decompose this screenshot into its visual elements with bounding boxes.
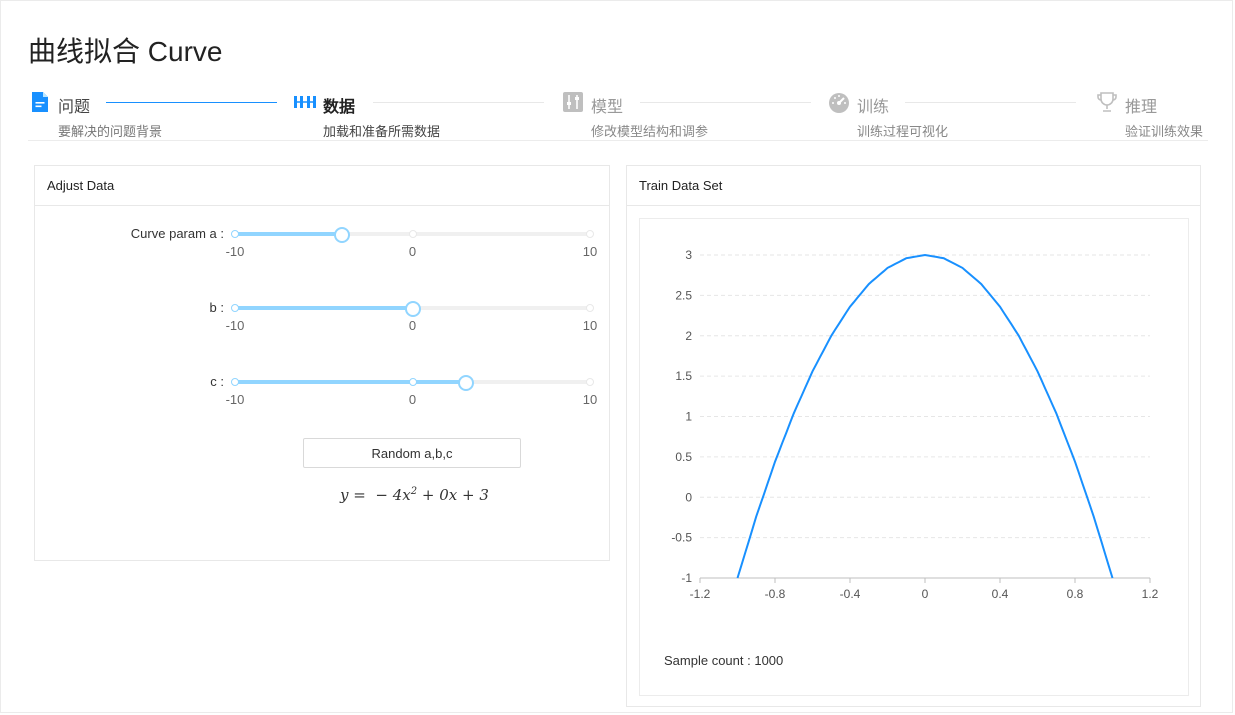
x-tick-label: -0.4: [840, 587, 861, 601]
slider-dot: [586, 230, 594, 238]
slider-label: Curve param a :: [130, 226, 224, 241]
slider-dot: [586, 378, 594, 386]
adjust-data-card: Adjust Data Curve param a : -10 0 10 b :…: [34, 165, 610, 561]
slider-b: b : -10 0 10: [35, 300, 609, 350]
x-tick-label: 1.2: [1142, 587, 1159, 601]
slider-rail[interactable]: -10 0 10: [226, 375, 597, 407]
card-title: Train Data Set: [627, 166, 1200, 206]
slider-dot: [231, 230, 239, 238]
formula: y = − 4x2 + 0x + 3: [340, 486, 489, 504]
y-tick-label: 1: [685, 410, 692, 424]
slider-mark: -10: [225, 244, 245, 259]
step-label: 数据: [323, 99, 356, 116]
sample-count-label: Sample count :: [664, 653, 751, 668]
x-tick-label: -0.8: [765, 587, 786, 601]
slider-handle[interactable]: [404, 301, 421, 317]
x-tick-label: -1.2: [690, 587, 711, 601]
slider-label: b :: [209, 300, 224, 315]
step-connector: [640, 102, 811, 103]
slider-rail[interactable]: -10 0 10: [226, 301, 597, 333]
y-tick-label: 2: [685, 329, 692, 343]
slider-dot: [408, 378, 417, 386]
slider-dot: [586, 304, 594, 312]
slider-handle[interactable]: [457, 375, 474, 391]
x-tick-label: 0.8: [1067, 587, 1084, 601]
slider-c: c : -10 0 10: [35, 374, 609, 424]
formula-lhs: y =: [340, 486, 371, 504]
step-desc: 验证训练效果: [1125, 124, 1204, 139]
slider-dot: [231, 378, 239, 386]
chart-panel: -1 -0.5 0 0.5 1 1.5 2 2.5 3 -1.2 -0.8 -0.4 0 0.4 0.8 1.…: [639, 218, 1189, 696]
slider-label: c :: [210, 374, 224, 389]
slider-rail[interactable]: -10 0 10: [226, 227, 597, 259]
slider-mark: 0: [408, 392, 417, 407]
slider-track: [235, 306, 413, 310]
formula-c: + 3: [457, 486, 489, 504]
page-title: 曲线拟合 Curve: [28, 36, 223, 67]
sliders-icon: [563, 92, 583, 112]
line-chart: -1 -0.5 0 0.5 1 1.5 2 2.5 3 -1.2 -0.8 -0.4 0 0.4 0.8 1.…: [671, 248, 1159, 601]
columns-icon: [294, 96, 316, 108]
slider-mark: -10: [225, 318, 245, 333]
step-label: 推理: [1125, 99, 1158, 116]
slider-a: Curve param a : -10 0 10: [35, 226, 609, 276]
step-desc: 训练过程可视化: [857, 124, 949, 139]
y-tick-label: 1.5: [675, 369, 692, 383]
sample-count-value: 1000: [754, 653, 784, 668]
slider-mark: 10: [582, 392, 598, 407]
y-tick-label: 2.5: [675, 288, 692, 302]
slider-mark: 10: [582, 318, 598, 333]
slider-dot: [231, 304, 239, 312]
train-data-card: Train Data Set -1 -0.5 0 0.5 1 1.5 2 2.5 3 -1.2 -0…: [626, 165, 1201, 707]
file-icon: [32, 92, 48, 112]
sample-count: Sample count : 1000: [664, 653, 783, 668]
y-tick-label: -1: [681, 571, 692, 585]
y-tick-label: 0.5: [675, 450, 692, 464]
step-label: 模型: [591, 99, 624, 116]
y-tick-label: 3: [685, 248, 692, 262]
formula-x: x: [402, 486, 411, 504]
trophy-icon: [1097, 92, 1117, 112]
step-desc: 要解决的问题背景: [58, 124, 163, 139]
x-tick-label: 0.4: [992, 587, 1009, 601]
formula-b: + 0x: [417, 486, 458, 504]
slider-mark: 0: [408, 244, 417, 259]
random-abc-button[interactable]: Random a,b,c: [303, 438, 521, 468]
slider-handle[interactable]: [333, 227, 350, 243]
slider-mark: 10: [582, 244, 598, 259]
step-label: 问题: [58, 99, 91, 116]
step-desc: 加载和准备所需数据: [323, 124, 441, 139]
slider-track: [235, 232, 342, 236]
slider-mark: 0: [408, 318, 417, 333]
dashboard-icon: [829, 93, 849, 113]
formula-a: − 4: [375, 486, 403, 504]
divider: [28, 140, 1208, 141]
x-tick-label: 0: [922, 587, 929, 601]
step-desc: 修改模型结构和调参: [591, 124, 709, 139]
step-connector: [106, 102, 277, 103]
slider-dot: [408, 230, 417, 238]
slider-mark: -10: [225, 392, 245, 407]
step-label: 训练: [857, 99, 890, 116]
slider-track: [235, 380, 466, 384]
step-connector: [905, 102, 1076, 103]
step-connector: [373, 102, 544, 103]
y-tick-label: -0.5: [671, 531, 692, 545]
y-tick-label: 0: [685, 490, 692, 504]
card-title: Adjust Data: [35, 166, 609, 206]
